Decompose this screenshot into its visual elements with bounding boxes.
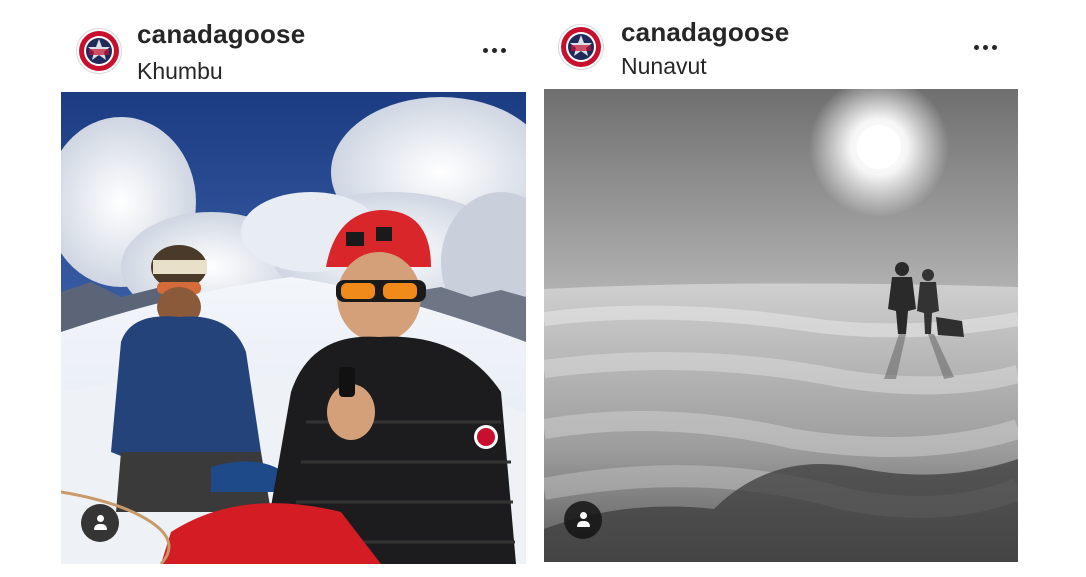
post-nunavut: canadagoose Nunavut bbox=[544, 0, 1018, 562]
post-photo[interactable] bbox=[61, 92, 526, 564]
post-header: canadagoose Nunavut bbox=[544, 0, 1018, 88]
more-horizontal-icon[interactable] bbox=[483, 45, 509, 55]
mountaineers-summit-image bbox=[61, 92, 526, 564]
post-khumbu: canadagoose Khumbu bbox=[61, 0, 527, 564]
user-tag-icon[interactable] bbox=[564, 501, 602, 539]
canada-goose-logo-icon bbox=[561, 27, 601, 67]
username[interactable]: canadagoose bbox=[621, 17, 789, 48]
canada-goose-logo-icon bbox=[79, 31, 119, 71]
post-photo[interactable] bbox=[544, 89, 1018, 562]
user-tag-icon[interactable] bbox=[81, 504, 119, 542]
more-horizontal-icon[interactable] bbox=[974, 42, 1000, 52]
arctic-trekkers-image bbox=[544, 89, 1018, 562]
location[interactable]: Khumbu bbox=[137, 58, 223, 85]
avatar[interactable] bbox=[76, 28, 122, 74]
username[interactable]: canadagoose bbox=[137, 19, 305, 50]
post-header: canadagoose Khumbu bbox=[61, 0, 527, 88]
avatar[interactable] bbox=[558, 24, 604, 70]
location[interactable]: Nunavut bbox=[621, 53, 707, 80]
